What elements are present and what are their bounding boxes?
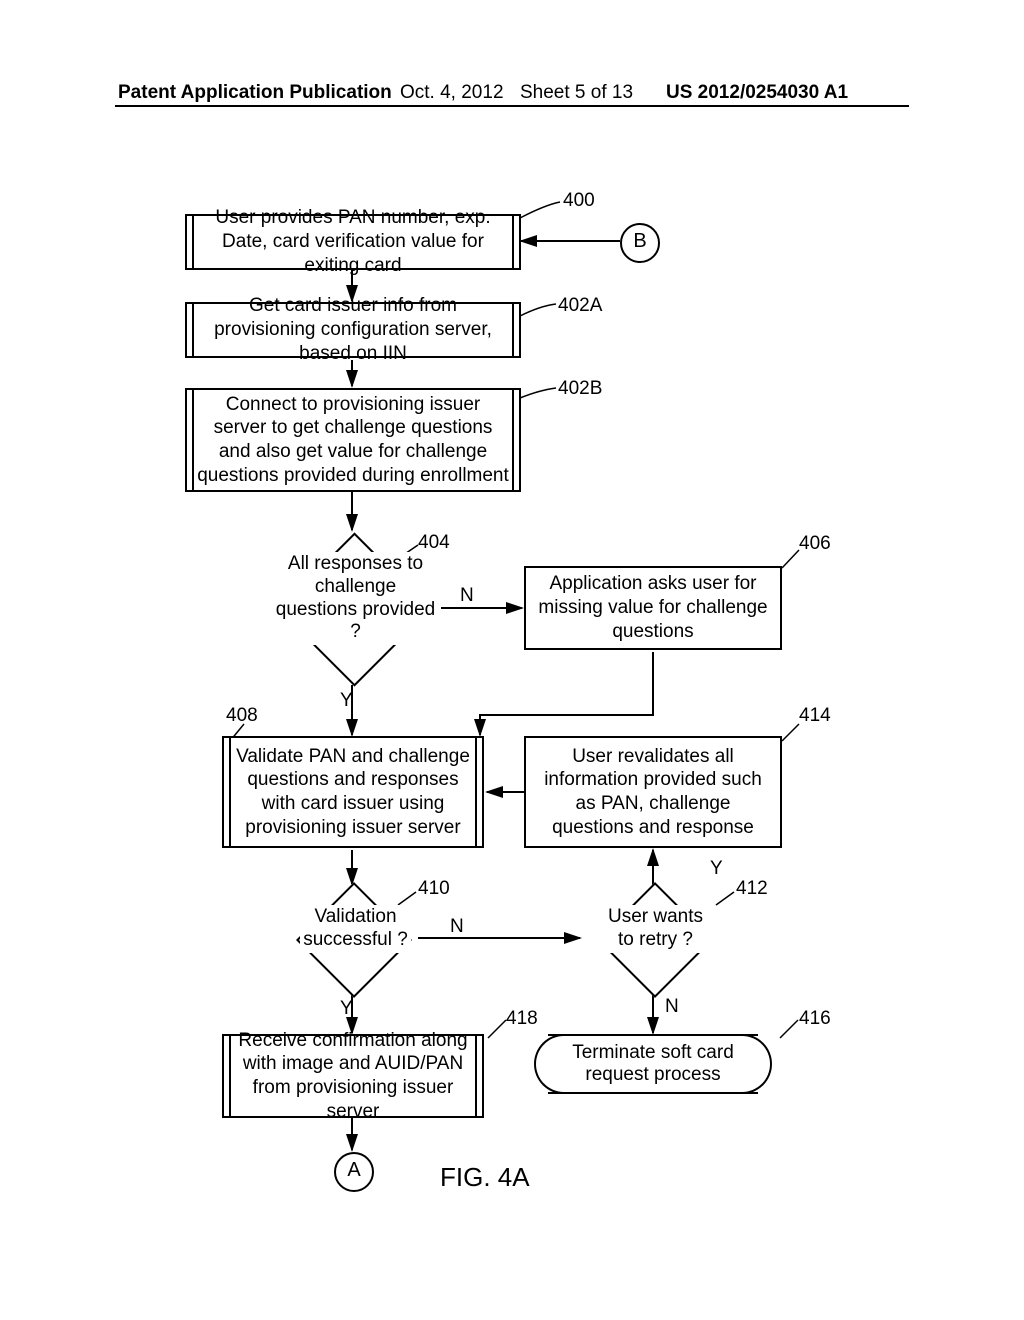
- label-y-404: Y: [340, 690, 353, 712]
- figure-label: FIG. 4A: [440, 1162, 530, 1193]
- ref-412: 412: [736, 878, 768, 900]
- header-pubno: US 2012/0254030 A1: [666, 82, 848, 104]
- header-date: Oct. 4, 2012: [400, 82, 504, 104]
- terminator-416-text: Terminate soft card request process: [548, 1042, 758, 1086]
- label-n-404: N: [460, 585, 474, 607]
- step-406: Application asks user for missing value …: [524, 566, 782, 650]
- label-y-412: Y: [710, 858, 723, 880]
- terminator-416: Terminate soft card request process: [548, 1034, 758, 1094]
- step-400: User provides PAN number, exp. Date, car…: [185, 214, 521, 270]
- decision-404: All responses to challenge questions pro…: [270, 552, 441, 645]
- label-n-412: N: [665, 996, 679, 1018]
- ref-408: 408: [226, 705, 258, 727]
- ref-406: 406: [799, 533, 831, 555]
- ref-410: 410: [418, 878, 450, 900]
- decision-410: Validation successful ?: [300, 905, 411, 953]
- ref-402a: 402A: [558, 295, 602, 317]
- step-402a: Get card issuer info from provisioning c…: [185, 302, 521, 358]
- ref-416: 416: [799, 1008, 831, 1030]
- connectors: [0, 0, 1024, 1320]
- page: Patent Application Publication Oct. 4, 2…: [0, 0, 1024, 1320]
- step-408: Validate PAN and challenge questions and…: [222, 736, 484, 848]
- ref-400: 400: [563, 190, 595, 212]
- ref-402b: 402B: [558, 378, 602, 400]
- label-n-410: N: [450, 916, 464, 938]
- ref-418: 418: [506, 1008, 538, 1030]
- connector-b: B: [620, 223, 660, 263]
- ref-404: 404: [418, 532, 450, 554]
- ref-414: 414: [799, 705, 831, 727]
- decision-412: User wants to retry ?: [595, 905, 716, 953]
- header-publication: Patent Application Publication: [118, 82, 392, 104]
- step-402b: Connect to provisioning issuer server to…: [185, 388, 521, 492]
- header-sheet: Sheet 5 of 13: [520, 82, 633, 104]
- header-rule: [115, 105, 909, 107]
- step-414: User revalidates all information provide…: [524, 736, 782, 848]
- step-418: Receive confirmation along with image an…: [222, 1034, 484, 1118]
- connector-a: A: [334, 1152, 374, 1192]
- label-y-410: Y: [340, 998, 353, 1020]
